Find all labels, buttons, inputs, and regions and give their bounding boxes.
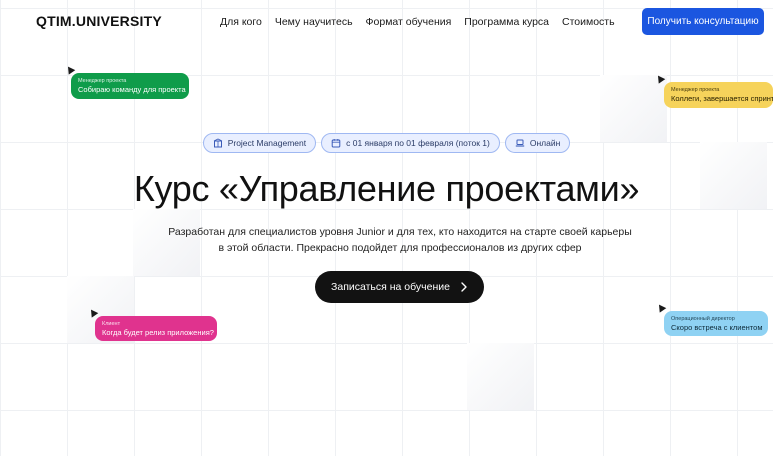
subtitle-line: в этой области. Прекрасно подойдет для п… <box>218 242 582 254</box>
nav-link-price[interactable]: Стоимость <box>562 16 615 28</box>
chat-bubble-client: Клиент Когда будет релиз приложения? <box>95 316 217 341</box>
nav-link-program[interactable]: Программа курса <box>464 16 549 28</box>
page-title: Курс «Управление проектами» <box>133 168 640 209</box>
chip-label: Project Management <box>227 138 307 148</box>
chat-bubble-manager: Менеджер проекта Собираю команду для про… <box>71 73 189 99</box>
bubble-message: Собираю команду для проекта <box>78 85 186 94</box>
subtitle-line: Разработан для специалистов уровня Junio… <box>168 226 632 238</box>
bubble-role: Клиент <box>102 321 121 327</box>
bubble-message: Коллеги, завершается спринт <box>671 94 773 103</box>
chat-bubble-manager-sprint: Менеджер проекта Коллеги, завершается сп… <box>664 82 773 108</box>
nav-link-format[interactable]: Формат обучения <box>366 16 452 28</box>
chip-topic: Project Management <box>202 133 317 153</box>
logo[interactable]: QTIM.UNIVERSITY <box>36 13 162 29</box>
chip-format: Онлайн <box>504 133 571 153</box>
bubble-message: Когда будет релиз приложения? <box>102 328 214 337</box>
chat-bubble-director: Операционный директор Скоро встреча с кл… <box>664 311 768 336</box>
get-consultation-button[interactable]: Получить консультацию <box>642 8 764 35</box>
bubble-message: Скоро встреча с клиентом <box>671 323 763 332</box>
bubble-role: Менеджер проекта <box>78 78 127 84</box>
chip-dates: с 01 января по 01 февраля (поток 1) <box>321 133 500 153</box>
main-nav: Для кого Чему научитесь Формат обучения … <box>220 16 615 28</box>
nav-link-what-you-learn[interactable]: Чему научитесь <box>275 16 353 28</box>
building-icon <box>213 138 222 148</box>
enroll-button[interactable]: Записаться на обучение <box>315 271 484 303</box>
grid-shade <box>467 343 534 410</box>
chip-label: Онлайн <box>529 138 561 148</box>
nav-link-for-whom[interactable]: Для кого <box>220 16 262 28</box>
course-tags: Project Management с 01 января по 01 фев… <box>0 133 773 153</box>
chevron-right-icon <box>461 282 467 292</box>
bubble-role: Менеджер проекта <box>671 87 720 93</box>
chip-label: с 01 января по 01 февраля (поток 1) <box>346 138 490 148</box>
page-subtitle: Разработан для специалистов уровня Junio… <box>160 224 640 256</box>
enroll-button-label: Записаться на обучение <box>331 281 450 293</box>
grid-shade <box>600 75 667 142</box>
bubble-role: Операционный директор <box>671 316 735 322</box>
laptop-icon <box>515 139 525 147</box>
calendar-icon <box>331 139 341 148</box>
site-header: QTIM.UNIVERSITY Для кого Чему научитесь … <box>0 0 773 44</box>
